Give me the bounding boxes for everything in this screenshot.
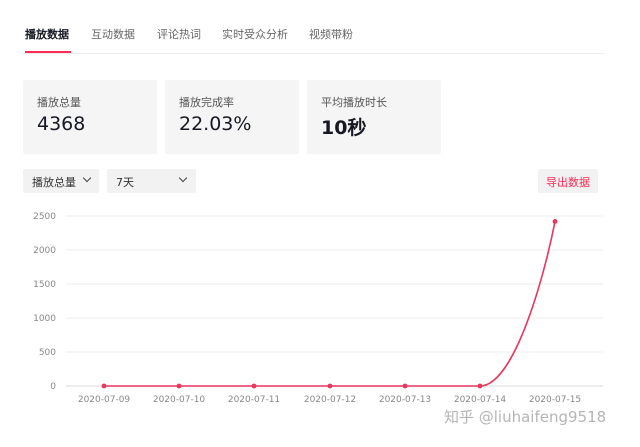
- range-select-value: 7天: [116, 176, 134, 189]
- y-tick-label: 1500: [33, 280, 56, 290]
- y-tick-label: 2000: [33, 246, 56, 256]
- export-data-label: 导出数据: [546, 176, 590, 189]
- tab-divider: [22, 53, 604, 54]
- play-count-line-chart: 0 500 1000 1500 2000 2500 2020-07-09 2020-07-10…: [33, 212, 603, 405]
- y-tick-label: 500: [39, 348, 56, 358]
- metric-select-value: 播放总量: [32, 176, 76, 189]
- tab-play-data[interactable]: 播放数据: [25, 26, 69, 42]
- chevron-down-icon: [178, 173, 188, 183]
- stat-label: 平均播放时长: [321, 96, 387, 109]
- watermark: 知乎 @liuhaifeng9518: [444, 408, 607, 426]
- stat-value: 10秒: [321, 117, 367, 139]
- stat-label: 播放完成率: [179, 96, 234, 109]
- data-point: [402, 383, 408, 389]
- stat-card-total-plays: 播放总量 4368: [23, 80, 157, 154]
- y-tick-label: 2500: [33, 212, 56, 222]
- series-line: [104, 221, 556, 387]
- x-tick-label: 2020-07-15: [529, 395, 581, 405]
- tab-realtime-audience[interactable]: 实时受众分析: [222, 26, 288, 42]
- data-point: [477, 383, 483, 389]
- range-select[interactable]: 7天: [107, 169, 196, 193]
- tab-interaction-data[interactable]: 互动数据: [91, 26, 135, 42]
- y-tick-label: 0: [50, 382, 56, 392]
- stat-label: 播放总量: [37, 96, 81, 109]
- tab-comment-hotwords[interactable]: 评论热词: [157, 26, 201, 42]
- tab-bar: 播放数据 互动数据 评论热词 实时受众分析 视频带粉: [0, 0, 640, 54]
- data-point: [101, 383, 107, 389]
- x-tick-label: 2020-07-10: [153, 395, 206, 405]
- export-data-button[interactable]: 导出数据: [538, 169, 598, 193]
- x-tick-label: 2020-07-14: [454, 395, 507, 405]
- x-tick-label: 2020-07-12: [304, 395, 356, 405]
- data-point: [327, 383, 333, 389]
- tab-video-fans[interactable]: 视频带粉: [309, 26, 353, 42]
- data-point: [176, 383, 182, 389]
- x-tick-label: 2020-07-11: [228, 395, 280, 405]
- stat-value: 22.03%: [179, 113, 252, 135]
- data-point: [552, 219, 558, 224]
- stat-value: 4368: [37, 113, 86, 135]
- x-tick-label: 2020-07-13: [379, 395, 431, 405]
- data-point: [251, 383, 257, 389]
- metric-select[interactable]: 播放总量: [23, 169, 99, 193]
- chevron-down-icon: [82, 173, 92, 183]
- stat-card-completion-rate: 播放完成率 22.03%: [165, 80, 299, 154]
- stat-card-avg-duration: 平均播放时长 10秒: [307, 80, 441, 154]
- x-tick-label: 2020-07-09: [78, 395, 131, 405]
- y-tick-label: 1000: [33, 314, 56, 324]
